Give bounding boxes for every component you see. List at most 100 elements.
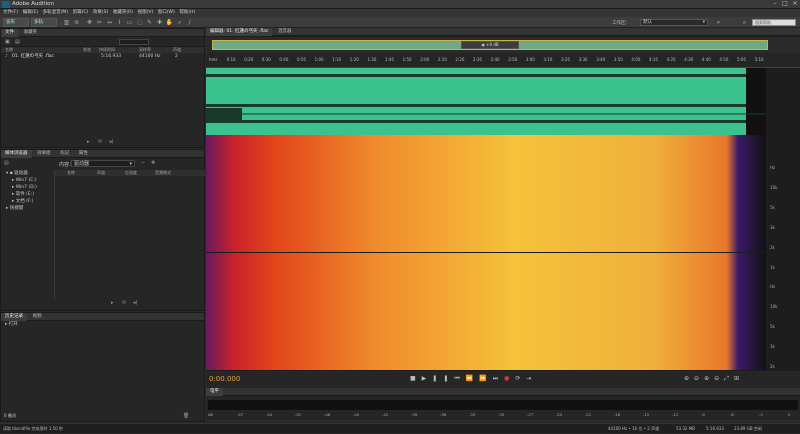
current-time[interactable]: 0:00.000 bbox=[209, 375, 240, 383]
search-help-input[interactable]: 搜索帮助 bbox=[752, 19, 796, 26]
slip-tool-icon[interactable]: ↔ bbox=[105, 18, 114, 27]
minimize-button[interactable]: – bbox=[770, 0, 780, 8]
play-icon[interactable]: ▶ bbox=[422, 375, 433, 382]
menu-edit[interactable]: 编辑(E) bbox=[23, 9, 38, 17]
brush-tool-icon[interactable]: ✎ bbox=[145, 18, 154, 27]
menu-file[interactable]: 文件(F) bbox=[3, 9, 18, 17]
col-bit-depth[interactable]: 位深度 bbox=[125, 170, 137, 176]
hand-tool-icon[interactable]: ✋ bbox=[165, 18, 174, 27]
go-to-end-icon[interactable]: ⏭ bbox=[493, 375, 504, 382]
skip-icon[interactable]: ⇥ bbox=[526, 375, 537, 382]
tree-item[interactable]: ▸ Win7 (C:) bbox=[2, 177, 54, 184]
audition-app-icon bbox=[2, 1, 10, 8]
spectral-display-right[interactable] bbox=[206, 253, 766, 370]
overview-bar[interactable]: ◉ +0 dB bbox=[206, 37, 800, 53]
tab-levels[interactable]: 电平 bbox=[206, 388, 223, 396]
list-item[interactable]: ♪ 01. 红蓮の弓矢 .flac 5:16.933 44100 Hz 2 bbox=[1, 53, 204, 60]
loop-icon[interactable]: ⟳ bbox=[515, 375, 526, 382]
tab-history[interactable]: 历史记录 bbox=[1, 313, 27, 321]
frequency-label: 5k bbox=[770, 205, 775, 210]
menu-clip[interactable]: 剪辑(C) bbox=[73, 9, 89, 17]
rewind-icon[interactable]: ⏪ bbox=[466, 375, 479, 382]
frequency-label: Hz bbox=[770, 165, 776, 170]
workspace-menu-icon[interactable]: » bbox=[714, 18, 723, 27]
tab-media-browser[interactable]: 媒体浏览器 bbox=[1, 150, 32, 158]
waveform-view-button[interactable]: 波形 bbox=[3, 18, 29, 27]
loop-icon[interactable]: ⟳ bbox=[122, 300, 129, 306]
ruler-tick-label: 0:10 bbox=[226, 57, 236, 62]
play-icon[interactable]: ▸ bbox=[87, 139, 94, 145]
speaker-icon[interactable]: ◂) bbox=[109, 139, 116, 145]
remove-icon[interactable]: − bbox=[141, 160, 145, 166]
stop-icon[interactable]: ■ bbox=[410, 375, 422, 382]
record-icon[interactable]: ● bbox=[504, 375, 515, 382]
tab-editor[interactable]: 编辑器: 01. 红蓮の弓矢 .flac bbox=[206, 28, 273, 36]
content-select[interactable]: 驱动器 ▾ bbox=[71, 160, 135, 167]
zoom-full-icon[interactable]: ⤢ bbox=[724, 375, 734, 382]
zoom-in-time-icon[interactable]: ⊕ bbox=[704, 375, 714, 382]
hud-volume[interactable]: ◉ +0 dB bbox=[461, 41, 519, 49]
workspace-select[interactable]: 默认 ▾ bbox=[640, 19, 708, 26]
go-to-start-icon[interactable]: ⏮ bbox=[454, 375, 465, 382]
menu-view[interactable]: 视图(V) bbox=[138, 9, 154, 17]
frequency-label: 10k bbox=[770, 185, 778, 190]
menu-multitrack[interactable]: 多轨混音(M) bbox=[43, 9, 68, 17]
spectral-display-icon[interactable]: ▥ bbox=[62, 18, 71, 27]
delete-icon[interactable]: 🗑 bbox=[183, 413, 190, 419]
ruler-tick-label: 0:30 bbox=[261, 57, 271, 62]
play-icon[interactable]: ▸ bbox=[111, 300, 118, 306]
lasso-tool-icon[interactable]: ◌ bbox=[135, 18, 144, 27]
spot-healing-tool-icon[interactable]: ✚ bbox=[155, 18, 164, 27]
marquee-tool-icon[interactable]: ▭ bbox=[125, 18, 134, 27]
menu-effects[interactable]: 效果(S) bbox=[93, 9, 108, 17]
view-icon[interactable]: ▤ bbox=[4, 160, 9, 166]
add-shortcut-icon[interactable]: ✚ bbox=[151, 160, 155, 166]
tab-favorites[interactable]: 收藏夹 bbox=[20, 29, 42, 37]
razor-tool-icon[interactable]: ✂ bbox=[95, 18, 104, 27]
zoom-selection-icon[interactable]: ⊞ bbox=[734, 375, 744, 382]
menu-window[interactable]: 窗口(W) bbox=[158, 9, 175, 17]
tree-item[interactable]: ▸ 软件 (E:) bbox=[2, 191, 54, 198]
zoom-out-time-icon[interactable]: ⊖ bbox=[714, 375, 724, 382]
splitter[interactable] bbox=[54, 170, 55, 300]
tree-item[interactable]: ▾ ▪ 驱动器 bbox=[2, 170, 54, 177]
db-tick-label: -21 bbox=[585, 412, 592, 417]
menu-favorites[interactable]: 收藏夹(R) bbox=[113, 9, 133, 17]
open-file-icon[interactable]: ▣ bbox=[5, 39, 10, 45]
undo-count: 0 撤消 bbox=[4, 413, 16, 418]
col-name[interactable]: 名称 bbox=[67, 170, 75, 176]
history-item[interactable]: ▸ 打开 bbox=[1, 321, 204, 329]
tab-files[interactable]: 文件 bbox=[1, 29, 18, 37]
tree-item[interactable]: ▸ Win7 (D:) bbox=[2, 184, 54, 191]
time-ruler[interactable]: hms 0:10 0:20 0:30 0:40 0:50 1:00 1:10 1:20 1:30 1… bbox=[206, 53, 800, 68]
pitch-display-icon[interactable]: ≋ bbox=[72, 18, 81, 27]
speaker-icon[interactable]: ◂) bbox=[133, 300, 140, 306]
ruler-tick-label: 0:40 bbox=[279, 57, 289, 62]
db-tick-label: -27 bbox=[527, 412, 534, 417]
tree-item[interactable]: ▸ 快捷键 bbox=[2, 205, 54, 212]
zoom-in-amplitude-icon[interactable]: ⊕ bbox=[684, 375, 694, 382]
menu-help[interactable]: 帮助(H) bbox=[179, 9, 195, 17]
spectral-display-left[interactable] bbox=[206, 135, 766, 252]
col-channels[interactable]: 声道 bbox=[97, 170, 105, 176]
tab-markers[interactable]: 标记 bbox=[56, 150, 73, 158]
tab-effects-rack[interactable]: 效果组 bbox=[33, 150, 55, 158]
move-tool-icon[interactable]: ✥ bbox=[85, 18, 94, 27]
files-filter-input[interactable] bbox=[119, 39, 149, 45]
col-audio-format[interactable]: 音频格式 bbox=[155, 170, 171, 176]
close-button[interactable]: × bbox=[790, 0, 800, 8]
tab-properties[interactable]: 属性 bbox=[75, 150, 92, 158]
maximize-button[interactable]: □ bbox=[780, 0, 790, 8]
zoom-out-amplitude-icon[interactable]: ⊖ bbox=[694, 375, 704, 382]
tab-video[interactable]: 视频 bbox=[29, 313, 46, 321]
pause-icon[interactable]: ❚❚ bbox=[432, 375, 454, 382]
loop-icon[interactable]: ⟳ bbox=[98, 139, 105, 145]
zoom-tool-icon[interactable]: ⌕ bbox=[175, 18, 184, 27]
time-selection-tool-icon[interactable]: I bbox=[115, 18, 124, 27]
pencil-tool-icon[interactable]: / bbox=[185, 18, 194, 27]
fast-forward-icon[interactable]: ⏩ bbox=[479, 375, 492, 382]
tree-item[interactable]: ▸ 文档 (F:) bbox=[2, 198, 54, 205]
import-icon[interactable]: ▤ bbox=[15, 39, 20, 45]
multitrack-view-button[interactable]: 多轨 bbox=[31, 18, 57, 27]
tab-mixer[interactable]: 混音器 bbox=[274, 28, 296, 36]
